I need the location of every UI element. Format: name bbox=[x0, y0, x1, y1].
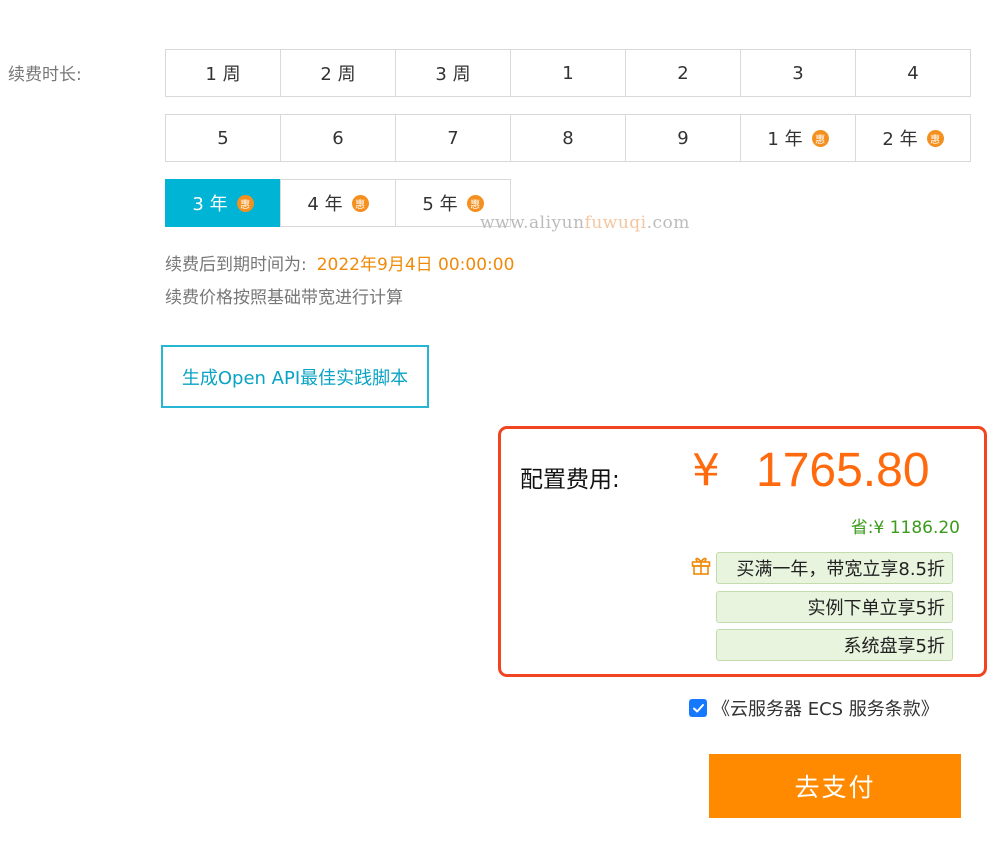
watermark-text-accent: fuwuqi bbox=[584, 213, 647, 233]
duration-label: 4 bbox=[907, 62, 919, 84]
duration-option-1-year[interactable]: 1 年惠 bbox=[740, 114, 856, 162]
duration-row-2: 5 6 7 8 9 1 年惠 2 年惠 bbox=[165, 114, 971, 162]
duration-label: 6 bbox=[332, 127, 344, 149]
terms-link[interactable]: 《云服务器 ECS 服务条款》 bbox=[712, 695, 939, 721]
duration-label: 3 年 bbox=[192, 194, 228, 215]
discount-badge-icon: 惠 bbox=[236, 194, 254, 212]
duration-label: 4 年 bbox=[307, 194, 343, 215]
duration-label: 1 bbox=[562, 62, 574, 84]
saving-amount: 省:¥ 1186.20 bbox=[850, 518, 960, 538]
duration-label: 2 周 bbox=[320, 64, 356, 85]
duration-label: 1 年 bbox=[767, 129, 803, 150]
cost-amount: 1765.80 bbox=[756, 444, 930, 497]
duration-label: 8 bbox=[562, 127, 574, 149]
duration-label: 3 周 bbox=[435, 64, 471, 85]
duration-option-9-month[interactable]: 9 bbox=[625, 114, 741, 162]
duration-row-3: 3 年惠 4 年惠 5 年惠 bbox=[165, 179, 511, 227]
duration-option-2-year[interactable]: 2 年惠 bbox=[855, 114, 971, 162]
gift-icon bbox=[691, 557, 711, 575]
duration-option-3-year[interactable]: 3 年惠 bbox=[165, 179, 281, 227]
check-icon bbox=[692, 703, 704, 712]
duration-option-4-year[interactable]: 4 年惠 bbox=[280, 179, 396, 227]
duration-option-1-month[interactable]: 1 bbox=[510, 49, 626, 97]
duration-label: 2 bbox=[677, 62, 689, 84]
watermark-text: www.aliyun bbox=[480, 213, 585, 233]
generate-api-script-button[interactable]: 生成Open API最佳实践脚本 bbox=[161, 345, 429, 408]
duration-label: 5 年 bbox=[422, 194, 458, 215]
duration-label: 9 bbox=[677, 127, 689, 149]
duration-label: 5 bbox=[217, 127, 229, 149]
watermark: www.aliyunfuwuqi.com bbox=[480, 213, 690, 233]
renewal-duration-label: 续费时长: bbox=[8, 65, 82, 85]
duration-option-6-month[interactable]: 6 bbox=[280, 114, 396, 162]
duration-option-4-month[interactable]: 4 bbox=[855, 49, 971, 97]
discount-badge-icon: 惠 bbox=[351, 194, 369, 212]
price-note: 续费价格按照基础带宽进行计算 bbox=[165, 288, 403, 308]
cost-label: 配置费用: bbox=[520, 467, 620, 493]
duration-option-7-month[interactable]: 7 bbox=[395, 114, 511, 162]
duration-label: 3 bbox=[792, 62, 804, 84]
duration-label: 7 bbox=[447, 127, 459, 149]
duration-option-5-month[interactable]: 5 bbox=[165, 114, 281, 162]
expiry-date: 2022年9月4日 00:00:00 bbox=[316, 255, 515, 275]
duration-option-3-week[interactable]: 3 周 bbox=[395, 49, 511, 97]
duration-option-1-week[interactable]: 1 周 bbox=[165, 49, 281, 97]
cost-currency: ¥ bbox=[692, 445, 720, 496]
expiry-label: 续费后到期时间为: bbox=[165, 255, 307, 275]
duration-label: 2 年 bbox=[882, 129, 918, 150]
duration-option-8-month[interactable]: 8 bbox=[510, 114, 626, 162]
pay-button[interactable]: 去支付 bbox=[709, 754, 961, 818]
discount-badge-icon: 惠 bbox=[811, 129, 829, 147]
duration-option-2-week[interactable]: 2 周 bbox=[280, 49, 396, 97]
discount-badge-icon: 惠 bbox=[926, 129, 944, 147]
cost-summary-box: 配置费用: ¥ 1765.80 省:¥ 1186.20 买满一年，带宽立享8.5… bbox=[498, 426, 987, 677]
expiry-line: 续费后到期时间为: 2022年9月4日 00:00:00 bbox=[165, 250, 514, 275]
duration-option-2-month[interactable]: 2 bbox=[625, 49, 741, 97]
terms-agreement: 《云服务器 ECS 服务条款》 bbox=[689, 695, 939, 721]
watermark-text-suffix: .com bbox=[646, 213, 690, 233]
duration-option-3-month[interactable]: 3 bbox=[740, 49, 856, 97]
promotion-tag: 实例下单立享5折 bbox=[716, 591, 953, 623]
discount-badge-icon: 惠 bbox=[466, 194, 484, 212]
promotion-tag: 买满一年，带宽立享8.5折 bbox=[716, 552, 953, 584]
promotion-tag: 系统盘享5折 bbox=[716, 629, 953, 661]
duration-label: 1 周 bbox=[205, 64, 241, 85]
terms-checkbox[interactable] bbox=[689, 699, 707, 717]
duration-row-1: 1 周 2 周 3 周 1 2 3 4 bbox=[165, 49, 971, 97]
